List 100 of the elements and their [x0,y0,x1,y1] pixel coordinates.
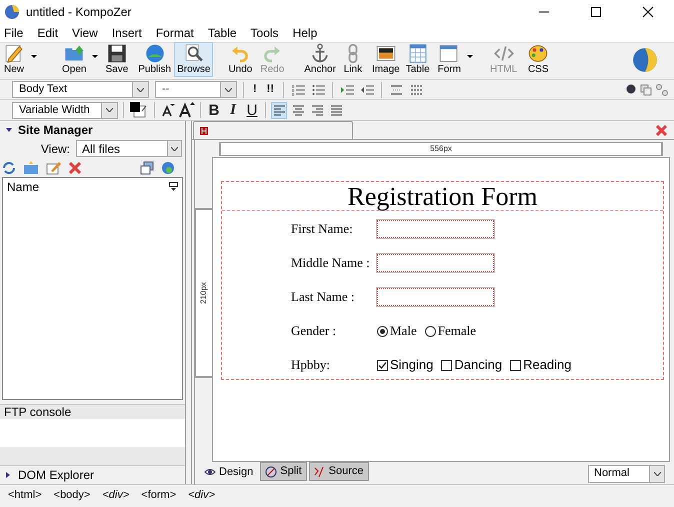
menu-item[interactable]: Help [292,24,318,42]
chevron-down-icon [171,146,178,151]
justify-icon [330,104,342,116]
alignment-button[interactable] [271,102,287,118]
larger-font-button[interactable] [179,102,195,118]
close-tab-icon[interactable] [656,125,667,136]
menu-item[interactable]: File [4,24,24,42]
bullet-list-icon [312,84,324,96]
option-label: Male [390,322,417,340]
triangle-down-icon[interactable] [6,128,12,132]
lines-icon [410,84,422,96]
html-file-icon [200,126,208,134]
toolbar-button[interactable]: Publish [135,42,174,77]
style-dropdown[interactable]: -- [155,81,237,98]
toolbar-button[interactable]: CSS [524,42,552,77]
pencil-icon [3,43,25,64]
smaller-font-button[interactable] [160,102,176,118]
checkbox[interactable] [510,360,522,370]
dropdown-arrow-icon[interactable] [466,54,473,58]
align-right-icon [310,104,324,116]
view-dropdown[interactable]: All files [76,140,182,158]
radio-button[interactable] [424,326,436,336]
link-nodes-icon[interactable] [656,84,668,96]
numbered-list-icon [292,84,304,96]
chevron-down-icon [225,88,232,92]
table-icon [406,43,429,64]
text-style-button[interactable]: U [244,102,260,118]
view-tab[interactable]: Split [260,462,307,481]
close-icon[interactable] [642,6,654,18]
font-smaller-icon [161,103,175,117]
picture-icon [374,43,397,64]
option-label: Dancing [454,356,502,374]
toolbar-button[interactable]: Table [402,42,433,77]
align-left-icon [272,104,286,116]
toolbar-button[interactable]: Undo [225,42,256,77]
triangle-right-icon[interactable] [6,472,10,478]
font-dropdown[interactable]: Variable Width [12,102,118,118]
text-style-button[interactable]: B [206,102,222,118]
font-larger-icon [179,102,195,118]
toolbar-button[interactable]: Link [338,42,367,77]
window-title: untitled - KompoZer [26,4,132,21]
column-picker-icon[interactable] [169,182,178,192]
tag-breadcrumb[interactable]: <form> [141,486,176,504]
checkbox[interactable] [441,360,452,370]
column-header[interactable]: Name [7,178,40,196]
checkbox[interactable] [377,360,388,370]
toolbar-button[interactable]: Image [368,42,403,77]
text-input-field[interactable] [377,220,494,238]
paragraph-format-dropdown[interactable]: Body Text [12,81,149,98]
menu-item[interactable]: Insert [112,24,142,42]
tag-breadcrumb[interactable]: <html> [8,486,42,504]
code-icon [314,466,326,478]
toolbar-button[interactable]: Form [434,42,464,77]
form-window-icon [438,43,460,64]
text-input-field[interactable] [377,254,494,272]
emphasis-button[interactable]: ! [250,81,260,98]
dropdown-arrow-icon[interactable] [92,54,98,58]
view-mode-dropdown[interactable]: Normal [588,464,665,482]
text-color-button[interactable] [129,102,149,118]
align-center-icon [292,104,304,116]
palette-icon [527,43,550,64]
form-title: Registration Form [348,182,538,210]
toolbar-button[interactable]: Anchor [301,42,339,77]
menu-item[interactable]: Table [208,24,237,42]
color-swatch-icon [130,102,148,118]
menu-item[interactable]: View [72,24,98,42]
menu-item[interactable]: Edit [37,24,58,42]
menu-item[interactable]: Format [156,24,194,42]
refresh-icon[interactable] [2,160,16,175]
edit-icon[interactable] [46,160,62,175]
toolbar-button[interactable]: Open [59,42,90,77]
tag-breadcrumb[interactable]: <div> [188,486,216,504]
tag-breadcrumb[interactable]: <body> [54,486,90,504]
radio-button[interactable] [377,326,388,336]
copy-icon[interactable] [640,84,652,96]
panel-title: DOM Explorer [18,466,94,484]
panel-title: Site Manager [18,122,93,139]
toolbar-button[interactable]: Browse [174,42,214,77]
indent-icon [340,84,354,96]
dropdown-arrow-icon[interactable] [31,54,37,58]
menu-item[interactable]: Tools [250,24,279,42]
view-label: View: [40,140,70,158]
chevron-down-icon [106,108,113,112]
text-input-field[interactable] [377,288,494,306]
emphasis-button[interactable]: !! [264,81,277,98]
delete-icon[interactable] [69,162,81,174]
maximize-icon[interactable] [590,6,602,18]
toolbar-button[interactable]: Save [102,42,132,77]
chevron-down-icon [137,88,144,92]
text-style-button[interactable]: I [225,102,241,118]
toolbar-button[interactable]: New [0,42,28,77]
panel-title: FTP console [4,404,72,422]
field-label: Hpbby: [291,356,331,374]
option-label: Female [438,322,476,340]
option-label: Singing [390,356,434,374]
windows-icon[interactable] [140,160,154,175]
view-tab[interactable]: Source [308,462,369,481]
tag-breadcrumb[interactable]: <div> [102,486,130,504]
field-label: Last Name : [291,288,356,306]
folder-icon[interactable] [23,160,39,175]
